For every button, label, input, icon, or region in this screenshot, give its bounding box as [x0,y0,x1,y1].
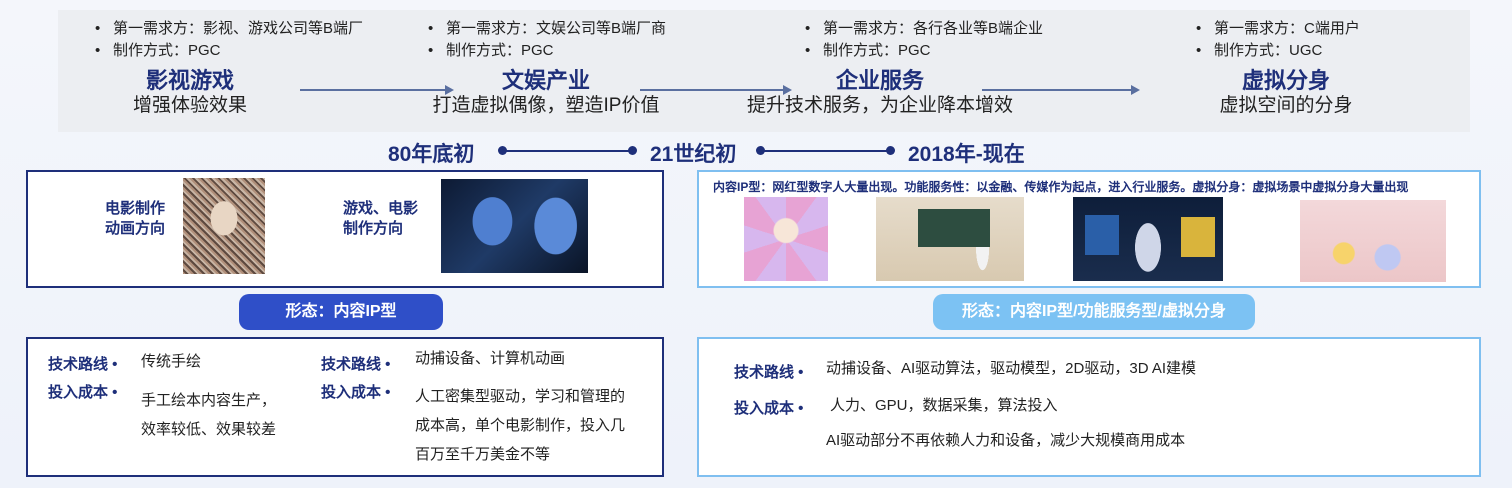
stage-bullet: • 制作方式：UGC [1196,42,1323,59]
stage-bullet: • 制作方式：PGC [428,42,554,59]
cost-note: AI驱动部分不再依赖人力和设备，减少大规模商用成本 [826,432,1186,449]
form-pill-left: 形态：内容IP型 [239,294,443,330]
stage-subtitle: 打造虚拟偶像，塑造IP价值 [432,95,660,116]
stage-subtitle: 增强体验效果 [132,95,247,116]
stage-entertainment: • 第一需求方：文娱公司等B端厂商 • 制作方式：PGC 文娱产业 打造虚拟偶像，塑… [428,18,708,118]
timeline-dot [886,146,895,155]
tech-route-value: 传统手绘 [141,353,202,370]
cost-value-line: 手工绘本内容生产， [141,392,277,409]
stage-bullet: • 第一需求方：C端用户 [1196,20,1360,37]
form-pill-right: 形态：内容IP型/功能服务型/虚拟分身 [933,294,1255,330]
stage-bullet: • 第一需求方：文娱公司等B端厂商 [428,20,667,37]
timeline-label: 2018年-现在 [908,143,1025,166]
stage-bullet: • 制作方式：PGC [805,42,931,59]
tech-route-value: 动捕设备、计算机动画 [415,350,566,367]
cost-label: 投入成本 • [321,384,391,401]
film-portrait-image [183,178,265,274]
image-caption: 游戏、电影 制作方向 [343,200,419,237]
timeline-label: 21世纪初 [650,143,737,166]
stage-virtual-avatar: • 第一需求方：C端用户 • 制作方式：UGC 虚拟分身 虚拟空间的分身 [1196,18,1396,118]
cost-value: 人力、GPU，数据采集，算法投入 [830,397,1058,414]
stage-film-games: • 第一需求方：影视、游戏公司等B端厂 • 制作方式：PGC 影视游戏 增强体验效果 [95,18,395,118]
virtual-room-image [1300,200,1446,282]
stage-enterprise: • 第一需求方：各行各业等B端企业 • 制作方式：PGC 企业服务 提升技术服务，为… [740,18,1080,118]
panel-note: 内容IP型：网红型数字人大量出现。功能服务性：以金融、传媒作为起点，进入行业服务… [713,180,1409,194]
timeline-dot [628,146,637,155]
stage-bullet: • 第一需求方：影视、游戏公司等B端厂 [95,20,364,37]
stage-title: 虚拟分身 [1241,68,1330,93]
cost-value-line: 人工密集型驱动，学习和管理的 [415,388,626,405]
cost-label: 投入成本 • [48,384,118,401]
stage-bullet: • 制作方式：PGC [95,42,221,59]
cost-value-line: 效率较低、效果较差 [141,421,277,438]
stage-title: 文娱产业 [501,68,590,93]
cost-value-line: 成本高，单个电影制作，投入几 [415,417,626,434]
timeline-label: 80年底初 [388,143,475,166]
timeline-line [761,150,889,152]
stage-subtitle: 提升技术服务，为企业降本增效 [746,95,1013,116]
presenter-classroom-image [876,197,1024,281]
news-anchor-image [1073,197,1223,281]
image-caption: 电影制作 动画方向 [105,200,166,237]
tech-route-label: 技术路线 • [321,356,391,373]
arrow-right [982,85,1140,95]
tech-route-label: 技术路线 • [734,364,804,381]
stage-title: 企业服务 [835,68,924,93]
cost-value-line: 百万至千万美金不等 [415,446,551,463]
stage-subtitle: 虚拟空间的分身 [1219,95,1353,116]
cost-label: 投入成本 • [734,400,804,417]
virtual-idol-image [744,197,828,281]
stage-bullet: • 第一需求方：各行各业等B端企业 [805,20,1044,37]
tech-route-value: 动捕设备、AI驱动算法，驱动模型，2D驱动，3D AI建模 [826,360,1197,377]
avatar-film-image [441,179,588,273]
stage-title: 影视游戏 [145,68,234,93]
timeline-line [503,150,631,152]
tech-route-label: 技术路线 • [48,356,118,373]
